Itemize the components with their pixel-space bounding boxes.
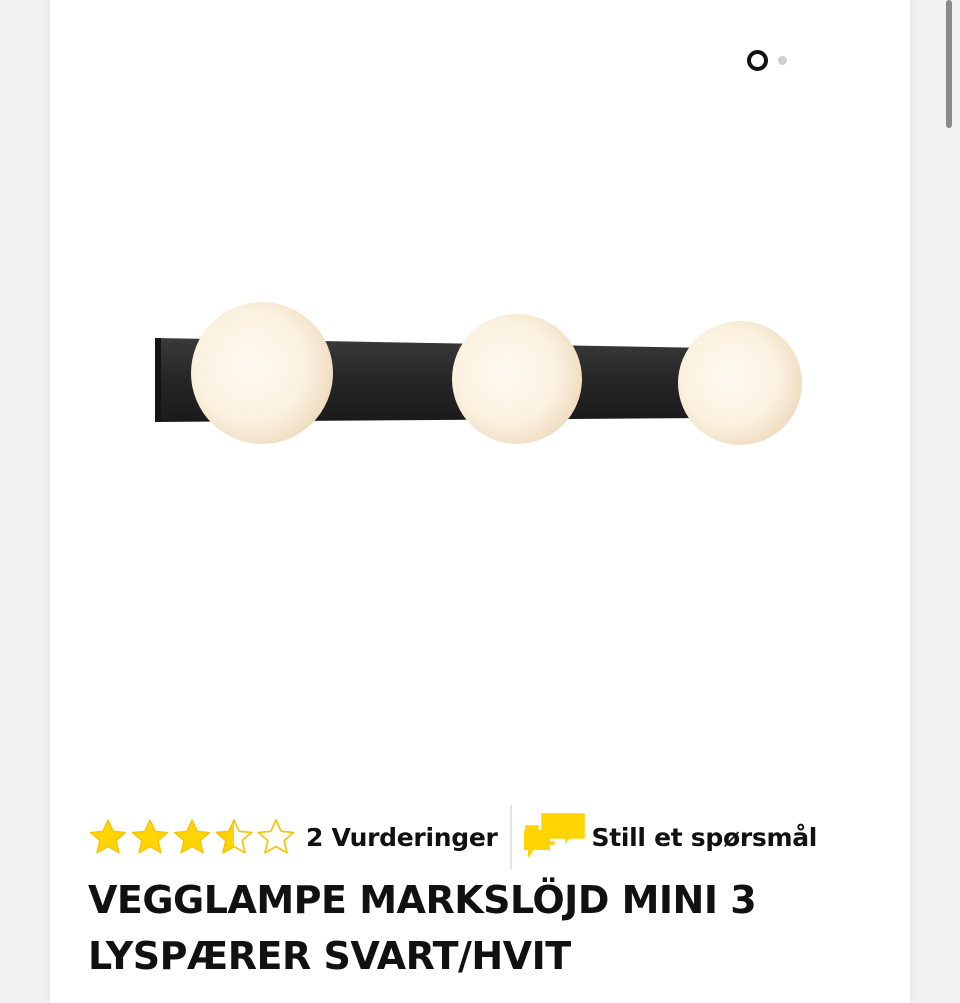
scrollbar-track[interactable] xyxy=(946,0,960,1003)
product-title: VEGGLAMPE MARKSLÖJD MINI 3 LYSPÆRER SVAR… xyxy=(88,878,757,978)
star-icon xyxy=(131,819,169,854)
rating-count-link[interactable]: 2 Vurderinger xyxy=(306,823,498,852)
page: 2 Vurderinger Still et spørsmål VEGGLAMP… xyxy=(0,0,960,1003)
star-empty-icon xyxy=(257,819,295,854)
product-image[interactable] xyxy=(150,300,810,450)
carousel-dot-active[interactable] xyxy=(747,49,768,71)
chat-bubbles-icon xyxy=(522,810,587,858)
scrollbar-thumb[interactable] xyxy=(946,0,952,128)
carousel-dot[interactable] xyxy=(778,55,787,65)
divider xyxy=(509,805,512,869)
ask-question-button[interactable]: Still et spørsmål xyxy=(522,810,818,864)
lamp-globe xyxy=(191,302,333,444)
lamp-globe xyxy=(452,314,582,444)
ask-question-label: Still et spørsmål xyxy=(591,822,818,852)
rating-stars[interactable] xyxy=(88,817,296,857)
carousel-dots xyxy=(747,49,787,71)
star-icon xyxy=(89,819,127,854)
star-half-icon xyxy=(215,819,253,854)
star-icon xyxy=(173,819,211,854)
lamp-globe xyxy=(678,321,802,445)
rating-row: 2 Vurderinger Still et spørsmål xyxy=(88,805,817,869)
